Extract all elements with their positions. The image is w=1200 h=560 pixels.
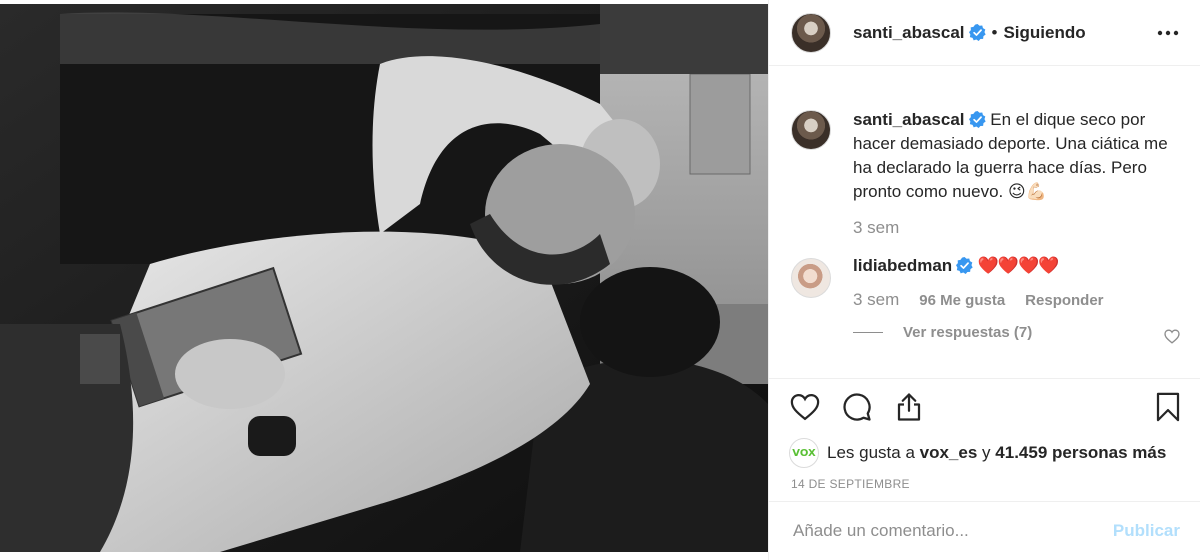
caption-author-username[interactable]: santi_abascal xyxy=(853,110,965,129)
author-username[interactable]: santi_abascal xyxy=(853,23,965,43)
comment-text: ❤️❤️❤️❤️ xyxy=(977,256,1060,275)
comment-like-heart-icon[interactable] xyxy=(1164,329,1180,349)
photo-illustration xyxy=(0,4,768,552)
more-options-icon[interactable] xyxy=(1156,21,1180,45)
comment-likes-count[interactable]: 96 Me gusta xyxy=(919,292,1005,309)
add-comment-bar: Publicar xyxy=(769,501,1200,560)
caption-text: santi_abascal En el dique seco por hacer… xyxy=(853,108,1183,204)
reply-button[interactable]: Responder xyxy=(1025,292,1103,309)
likes-joiner: y xyxy=(982,443,991,462)
post-date[interactable]: 14 DE SEPTIEMBRE xyxy=(769,471,1200,501)
caption-author-avatar[interactable] xyxy=(791,110,831,150)
author-avatar[interactable] xyxy=(791,12,831,53)
comments-section: santi_abascal En el dique seco por hacer… xyxy=(769,66,1200,378)
post-actions-bar xyxy=(769,378,1200,435)
post-header: santi_abascal • Siguiendo xyxy=(769,0,1200,66)
liker-username[interactable]: vox_es xyxy=(920,443,978,463)
publish-button[interactable]: Publicar xyxy=(1113,521,1180,541)
likes-prefix: Les gusta a xyxy=(827,443,915,462)
verified-badge-icon xyxy=(968,24,986,41)
commenter-avatar[interactable] xyxy=(791,258,831,298)
comment-timestamp[interactable]: 3 sem xyxy=(853,290,899,310)
verified-badge-icon xyxy=(956,257,973,274)
bookmark-icon[interactable] xyxy=(1152,391,1184,423)
heart-icon[interactable] xyxy=(789,391,821,423)
following-button[interactable]: Siguiendo xyxy=(1003,23,1085,43)
commenter-username[interactable]: lidiabedman xyxy=(853,256,952,275)
view-replies-label: Ver respuestas (7) xyxy=(903,324,1033,341)
caption-timestamp[interactable]: 3 sem xyxy=(853,218,1183,238)
comment-row: lidiabedman ❤️❤️❤️❤️ 3 sem 96 Me gusta R… xyxy=(791,256,1180,341)
comment-icon[interactable] xyxy=(841,391,873,423)
instagram-post: santi_abascal • Siguiendo santi_abascal … xyxy=(0,0,1200,560)
header-separator: • xyxy=(991,22,998,42)
verified-badge-icon xyxy=(968,111,986,128)
share-icon[interactable] xyxy=(893,391,925,423)
likes-summary: VOX Les gusta a vox_es y 41.459 personas… xyxy=(769,435,1200,471)
replies-divider xyxy=(853,332,883,333)
liker-avatar[interactable]: VOX xyxy=(789,438,819,468)
view-replies-button[interactable]: Ver respuestas (7) xyxy=(853,324,1104,341)
post-photo[interactable] xyxy=(0,4,768,552)
caption-row: santi_abascal En el dique seco por hacer… xyxy=(791,108,1180,238)
post-details-panel: santi_abascal • Siguiendo santi_abascal … xyxy=(768,0,1200,560)
comment-input[interactable] xyxy=(791,520,1113,542)
likes-others-count[interactable]: 41.459 personas más xyxy=(995,443,1166,463)
